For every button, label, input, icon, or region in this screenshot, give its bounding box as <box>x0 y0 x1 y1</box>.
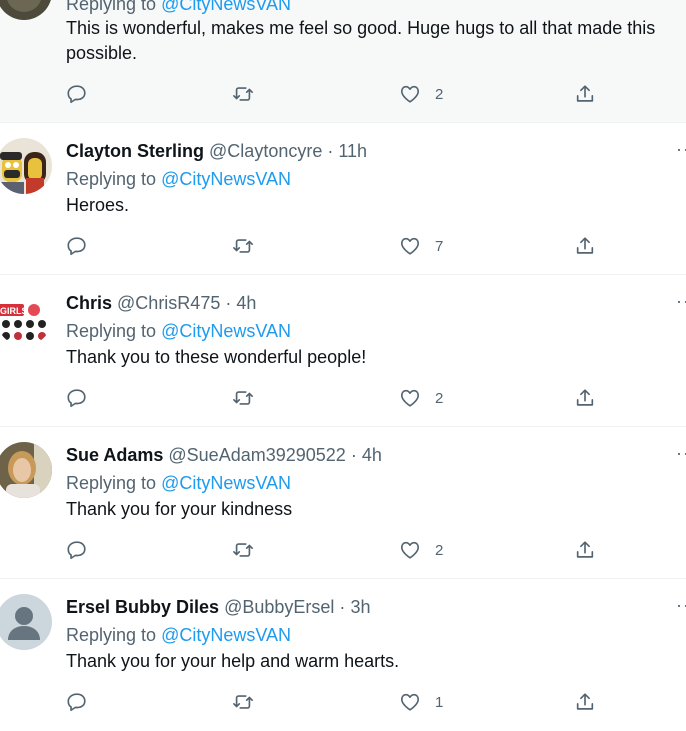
replying-to: Replying to @CityNewsVAN <box>66 321 292 341</box>
mention-link[interactable]: @CityNewsVAN <box>161 473 291 493</box>
reply-icon <box>67 237 86 256</box>
share-icon <box>576 85 594 102</box>
timestamp[interactable]: 3h <box>350 597 370 617</box>
like-count: 7 <box>435 237 444 255</box>
avatar[interactable] <box>0 0 52 20</box>
tweet[interactable]: Clayton Sterling @Claytoncyre · 11h ··· … <box>0 123 686 275</box>
like-button[interactable]: 2 <box>399 386 443 410</box>
mention-link[interactable]: @CityNewsVAN <box>161 169 291 189</box>
avatar[interactable] <box>0 138 52 194</box>
tweet-actions: 7 <box>66 234 626 258</box>
share-icon <box>576 541 594 558</box>
reply-icon <box>67 541 86 560</box>
user-handle[interactable]: @SueAdam39290522 <box>168 445 345 465</box>
like-button[interactable]: 2 <box>399 538 443 562</box>
share-button[interactable] <box>574 386 596 410</box>
retweet-icon <box>233 543 253 557</box>
share-button[interactable] <box>574 538 596 562</box>
like-count: 2 <box>435 541 444 559</box>
mention-link[interactable]: @CityNewsVAN <box>161 321 291 341</box>
tweet[interactable]: GIRLS Chris @ChrisR475 · 4h ··· Replying… <box>0 275 686 427</box>
tweet-header: Clayton Sterling @Claytoncyre · 11h <box>66 141 368 161</box>
display-name[interactable]: Sue Adams <box>66 445 163 465</box>
tweet-actions: 2 <box>66 538 626 562</box>
share-icon <box>576 237 594 254</box>
share-button[interactable] <box>574 82 596 106</box>
reply-button[interactable] <box>66 538 88 562</box>
replying-to: Replying to @CityNewsVAN <box>66 169 292 189</box>
user-handle[interactable]: @Claytoncyre <box>209 141 322 161</box>
tweet-header: Ersel Bubby Diles @BubbyErsel · 3h <box>66 597 371 617</box>
timestamp[interactable]: 11h <box>338 141 367 161</box>
tweet-text: Thank you for your kindness <box>66 499 293 519</box>
tweet-actions: 2 <box>66 82 626 106</box>
share-icon <box>576 693 594 710</box>
retweet-button[interactable] <box>232 538 254 562</box>
like-icon <box>400 693 420 711</box>
like-count: 2 <box>435 85 444 103</box>
more-icon[interactable]: ··· <box>676 443 686 464</box>
tweet-actions: 2 <box>66 386 626 410</box>
share-button[interactable] <box>574 690 596 714</box>
tweet-header: Sue Adams @SueAdam39290522 · 4h <box>66 445 382 465</box>
reply-button[interactable] <box>66 234 88 258</box>
avatar[interactable]: GIRLS <box>0 290 52 346</box>
reply-icon <box>67 85 86 104</box>
more-icon[interactable]: ··· <box>676 139 686 160</box>
replying-to: Replying to @CityNewsVAN <box>66 473 292 493</box>
share-icon <box>576 389 594 406</box>
svg-text:GIRLS: GIRLS <box>0 306 28 316</box>
tweet[interactable]: Replying to @CityNewsVAN This is wonderf… <box>0 0 686 123</box>
like-count: 2 <box>435 389 444 407</box>
retweet-button[interactable] <box>232 386 254 410</box>
retweet-button[interactable] <box>232 234 254 258</box>
like-icon <box>400 237 420 255</box>
display-name[interactable]: Chris <box>66 293 112 313</box>
retweet-button[interactable] <box>232 82 254 106</box>
like-button[interactable]: 7 <box>399 234 443 258</box>
user-handle[interactable]: @ChrisR475 <box>117 293 220 313</box>
reply-button[interactable] <box>66 386 88 410</box>
tweet-text: Thank you for your help and warm hearts. <box>66 651 400 671</box>
user-handle[interactable]: @BubbyErsel <box>224 597 334 617</box>
share-button[interactable] <box>574 234 596 258</box>
avatar[interactable] <box>0 442 52 498</box>
tweet-header: Chris @ChrisR475 · 4h <box>66 293 257 313</box>
like-button[interactable]: 1 <box>399 690 443 714</box>
retweet-icon <box>233 391 253 405</box>
retweet-button[interactable] <box>232 690 254 714</box>
like-button[interactable]: 2 <box>399 82 443 106</box>
display-name[interactable]: Clayton Sterling <box>66 141 204 161</box>
more-icon[interactable]: ··· <box>676 291 686 312</box>
reply-icon <box>67 693 86 712</box>
like-count: 1 <box>435 693 444 711</box>
reply-button[interactable] <box>66 82 88 106</box>
timestamp[interactable]: 4h <box>236 293 256 313</box>
tweet-actions: 1 <box>66 690 626 714</box>
reply-button[interactable] <box>66 690 88 714</box>
tweet-text: Heroes. <box>66 195 130 215</box>
tweet[interactable]: Ersel Bubby Diles @BubbyErsel · 3h ··· R… <box>0 579 686 731</box>
mention-link[interactable]: @CityNewsVAN <box>161 625 291 645</box>
timestamp[interactable]: 4h <box>362 445 382 465</box>
display-name[interactable]: Ersel Bubby Diles <box>66 597 219 617</box>
tweet[interactable]: Sue Adams @SueAdam39290522 · 4h ··· Repl… <box>0 427 686 579</box>
more-icon[interactable]: ··· <box>676 595 686 616</box>
reply-icon <box>67 389 86 408</box>
retweet-icon <box>233 87 253 101</box>
like-icon <box>400 541 420 559</box>
mention-link[interactable]: @CityNewsVAN <box>161 0 291 14</box>
tweet-text: This is wonderful, makes me feel so good… <box>66 18 656 63</box>
like-icon <box>400 85 420 103</box>
replying-to: Replying to @CityNewsVAN <box>66 0 291 15</box>
replying-to: Replying to @CityNewsVAN <box>66 625 292 645</box>
like-icon <box>400 389 420 407</box>
tweet-text: Thank you to these wonderful people! <box>66 347 367 367</box>
retweet-icon <box>233 239 253 253</box>
avatar[interactable] <box>0 594 52 650</box>
retweet-icon <box>233 695 253 709</box>
